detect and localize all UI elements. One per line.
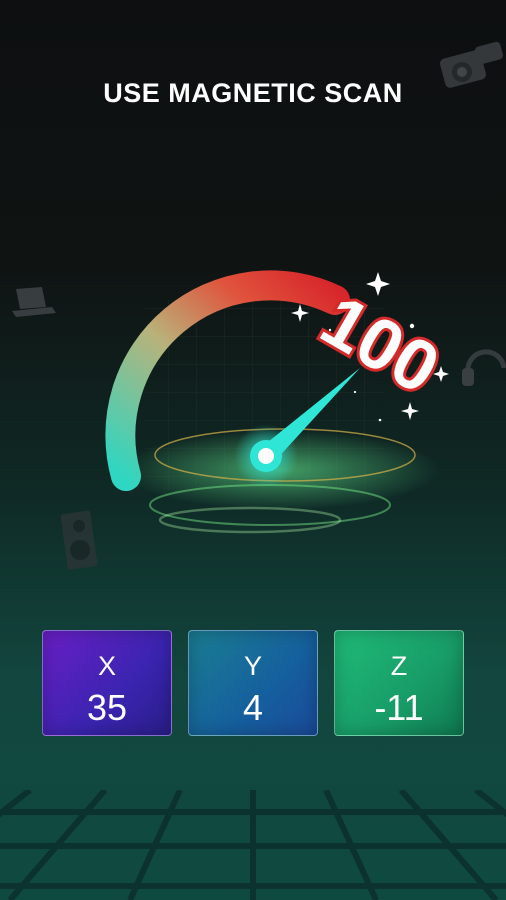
y-axis-value: 4 <box>242 687 264 728</box>
z-reading-card: Z -11 <box>334 630 464 736</box>
x-axis-value: 35 <box>86 687 128 728</box>
x-axis-label: X <box>97 651 116 681</box>
magnetic-gauge: 100 <box>0 0 506 600</box>
z-axis-value: -11 <box>374 687 424 728</box>
axis-readings: X 35 Y 4 Z -11 <box>42 630 466 738</box>
floor-grid <box>0 790 506 900</box>
x-reading-card: X 35 <box>42 630 172 736</box>
z-axis-label: Z <box>390 651 408 681</box>
y-axis-label: Y <box>243 651 262 681</box>
y-reading-card: Y 4 <box>188 630 318 736</box>
